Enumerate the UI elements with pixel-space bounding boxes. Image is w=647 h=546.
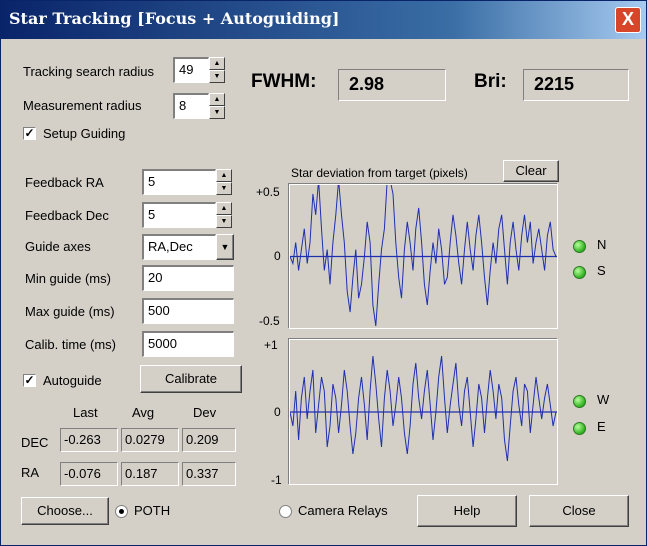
top-plot-min-label: -0.5 <box>259 314 280 328</box>
spin-up-icon[interactable]: ▲ <box>209 93 225 106</box>
feedback-dec-input[interactable]: 5 <box>142 202 216 228</box>
search-radius-label: Tracking search radius <box>23 64 155 79</box>
spin-up-icon[interactable]: ▲ <box>216 202 232 215</box>
bottom-plot-min-label: -1 <box>271 473 282 487</box>
poth-radio[interactable] <box>115 505 128 518</box>
autoguide-label: Autoguide <box>43 373 102 388</box>
help-button[interactable]: Help <box>417 495 517 527</box>
search-radius-input[interactable]: 49 <box>173 57 209 83</box>
measurement-radius-label: Measurement radius <box>23 98 142 113</box>
ra-deviation-trace <box>290 355 557 462</box>
choose-button[interactable]: Choose... <box>21 497 109 525</box>
spin-down-icon[interactable]: ▼ <box>209 70 225 83</box>
ra-last-value: -0.076 <box>60 462 118 486</box>
dec-deviation-trace <box>290 185 557 327</box>
dec-last-value: -0.263 <box>60 428 118 452</box>
n-led-label: N <box>597 237 607 252</box>
autoguide-checkbox[interactable]: ✓ <box>23 374 36 387</box>
stats-row-label-dec: DEC <box>21 435 49 450</box>
feedback-dec-spinner[interactable]: ▲ ▼ <box>216 202 232 228</box>
ra-deviation-plot <box>289 339 558 485</box>
stats-row-label-ra: RA <box>21 465 40 480</box>
close-icon: X <box>621 9 634 29</box>
s-led-label: S <box>597 263 606 278</box>
fwhm-value: 2.98 <box>338 69 446 101</box>
spin-up-icon[interactable]: ▲ <box>216 169 232 182</box>
poth-label: POTH <box>134 503 171 518</box>
feedback-dec-label: Feedback Dec <box>25 208 109 223</box>
window-title: Star Tracking [Focus + Autoguiding] <box>9 9 340 28</box>
bottom-plot-max-label: +1 <box>264 338 278 352</box>
e-led-label: E <box>597 419 606 434</box>
spin-down-icon[interactable]: ▼ <box>209 106 225 119</box>
bri-value: 2215 <box>523 69 629 101</box>
n-led-icon <box>573 240 586 253</box>
spin-down-icon[interactable]: ▼ <box>216 182 232 195</box>
s-led-icon <box>573 266 586 279</box>
dec-deviation-chart <box>290 185 557 327</box>
measurement-radius-spinner[interactable]: ▲ ▼ <box>209 93 225 119</box>
search-radius-spinner[interactable]: ▲ ▼ <box>209 57 225 83</box>
spin-up-icon[interactable]: ▲ <box>209 57 225 70</box>
star-tracking-window: Star Tracking [Focus + Autoguiding] X Tr… <box>0 0 647 546</box>
close-button[interactable]: Close <box>529 495 629 527</box>
camera-relays-radio[interactable] <box>279 505 292 518</box>
w-led-label: W <box>597 392 610 407</box>
guide-axes-label: Guide axes <box>25 239 91 254</box>
camera-relays-label: Camera Relays <box>298 503 388 518</box>
setup-guiding-label: Setup Guiding <box>43 126 126 141</box>
ra-avg-value: 0.187 <box>121 462 179 486</box>
title-bar[interactable]: Star Tracking [Focus + Autoguiding] X <box>1 1 646 39</box>
bri-label: Bri: <box>474 71 507 92</box>
measurement-radius-input[interactable]: 8 <box>173 93 209 119</box>
fwhm-label: FWHM: <box>251 71 317 92</box>
ra-dev-value: 0.337 <box>182 462 236 486</box>
deviation-title: Star deviation from target (pixels) <box>291 166 468 180</box>
feedback-ra-label: Feedback RA <box>25 175 104 190</box>
feedback-ra-spinner[interactable]: ▲ ▼ <box>216 169 232 195</box>
clear-button[interactable]: Clear <box>503 160 559 182</box>
dec-avg-value: 0.0279 <box>121 428 179 452</box>
stats-header-last: Last <box>73 405 98 420</box>
top-plot-max-label: +0.5 <box>256 185 280 199</box>
max-guide-label: Max guide (ms) <box>25 304 115 319</box>
e-led-icon <box>573 422 586 435</box>
setup-guiding-checkbox[interactable]: ✓ <box>23 127 36 140</box>
w-led-icon <box>573 395 586 408</box>
top-plot-zero-label: 0 <box>274 249 281 263</box>
max-guide-input[interactable]: 500 <box>142 298 234 324</box>
spin-down-icon[interactable]: ▼ <box>216 215 232 228</box>
dec-dev-value: 0.209 <box>182 428 236 452</box>
ra-deviation-chart <box>290 355 557 462</box>
min-guide-input[interactable]: 20 <box>142 265 234 291</box>
stats-header-avg: Avg <box>132 405 155 420</box>
chevron-down-icon[interactable]: ▼ <box>216 234 234 260</box>
calibrate-button[interactable]: Calibrate <box>140 365 242 393</box>
close-window-button[interactable]: X <box>615 7 641 33</box>
calib-time-input[interactable]: 5000 <box>142 331 234 357</box>
feedback-ra-input[interactable]: 5 <box>142 169 216 195</box>
dec-deviation-plot <box>289 184 558 329</box>
guide-axes-select[interactable]: RA,Dec <box>142 234 216 260</box>
stats-header-dev: Dev <box>193 405 217 420</box>
calib-time-label: Calib. time (ms) <box>25 337 117 352</box>
min-guide-label: Min guide (ms) <box>25 271 111 286</box>
bottom-plot-zero-label: 0 <box>274 405 281 419</box>
